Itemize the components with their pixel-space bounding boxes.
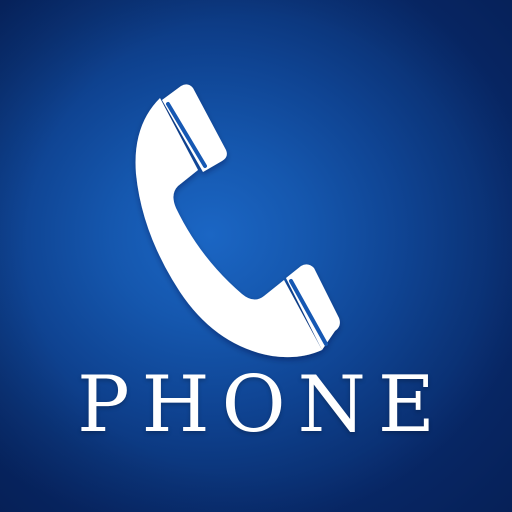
phone-app-icon[interactable]: PHONE [0,0,512,512]
app-label: PHONE [77,360,447,450]
